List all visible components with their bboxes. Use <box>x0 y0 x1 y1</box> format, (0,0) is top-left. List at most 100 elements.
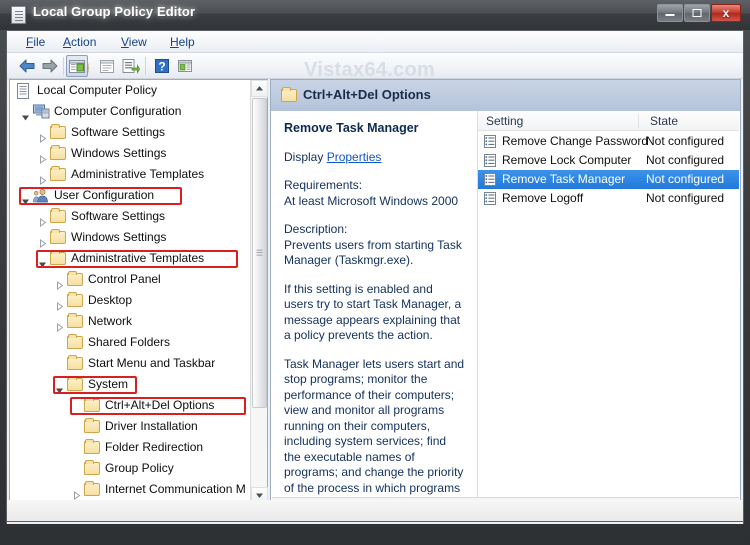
description-paragraph-3: Task Manager lets users start and stop p… <box>284 356 465 498</box>
results-header: Ctrl+Alt+Del Options <box>271 80 740 111</box>
tree-item-label: Start Menu and Taskbar <box>88 356 216 370</box>
folder-icon <box>67 271 83 286</box>
minimize-button[interactable] <box>657 4 683 22</box>
chevron-right-icon[interactable] <box>55 318 64 332</box>
tree-item-label: Local Computer Policy <box>37 83 158 97</box>
tree-scroll-thumb[interactable]: ☰ <box>252 98 267 408</box>
tree-item[interactable]: User Configuration <box>10 185 250 206</box>
tree-item-label: Windows Settings <box>71 146 167 160</box>
tree-item-label: Administrative Templates <box>71 251 205 265</box>
settings-list-row[interactable]: Remove Task Manager Not configured <box>478 170 739 189</box>
menu-help[interactable]: Help <box>163 34 202 50</box>
description-label: Description: <box>284 222 348 236</box>
forward-arrow-icon[interactable] <box>40 56 60 76</box>
requirements-label: Requirements: <box>284 178 363 192</box>
column-header-setting[interactable]: Setting <box>486 114 523 128</box>
folder-icon <box>84 418 100 433</box>
tree-item[interactable]: Folder Redirection <box>10 437 250 458</box>
properties-link[interactable]: Properties <box>327 150 382 164</box>
chevron-down-icon[interactable] <box>21 108 30 121</box>
tree-item-label: Windows Settings <box>71 230 167 244</box>
chevron-down-icon[interactable] <box>38 255 47 268</box>
description-paragraph-2: If this setting is enabled and users try… <box>284 281 462 343</box>
results-pane: Ctrl+Alt+Del Options Remove Task Manager… <box>270 79 741 522</box>
chevron-right-icon[interactable] <box>72 486 81 500</box>
back-arrow-icon[interactable] <box>17 56 37 76</box>
tree-item[interactable]: Driver Installation <box>10 416 250 437</box>
maximize-button[interactable] <box>684 4 710 22</box>
setting-state: Not configured <box>646 153 725 167</box>
folder-icon <box>84 481 100 496</box>
show-hide-console-tree-icon[interactable] <box>66 55 88 77</box>
tree-item[interactable]: Software Settings <box>10 122 250 143</box>
tree-item[interactable]: System <box>10 374 250 395</box>
title-bar: Local Group Policy Editor x <box>0 0 750 30</box>
chevron-right-icon[interactable] <box>38 171 47 185</box>
folder-icon <box>67 313 83 328</box>
menu-action[interactable]: Action <box>56 34 103 50</box>
settings-list-row[interactable]: Remove Lock Computer Not configured <box>478 151 739 170</box>
setting-state: Not configured <box>646 172 725 186</box>
tree-item-label: Ctrl+Alt+Del Options <box>105 398 215 412</box>
tree-item[interactable]: Windows Settings <box>10 143 250 164</box>
display-label: Display <box>284 149 324 164</box>
tree-item[interactable]: Shared Folders <box>10 332 250 353</box>
folder-icon <box>84 439 100 454</box>
chevron-right-icon[interactable] <box>55 297 64 311</box>
tree-item[interactable]: Windows Settings <box>10 227 250 248</box>
settings-list-row[interactable]: Remove Change Password Not configured <box>478 132 739 151</box>
status-bar <box>6 500 744 522</box>
chevron-right-icon[interactable] <box>38 129 47 143</box>
menu-file[interactable]: File <box>19 34 52 50</box>
console-tree-pane: Local Computer Policy Computer Configurat… <box>9 79 268 522</box>
tree-item-label: Computer Configuration <box>54 104 182 118</box>
policy-document-icon <box>16 83 32 99</box>
setting-name: Remove Task Manager <box>502 172 626 186</box>
folder-icon <box>50 229 66 244</box>
scroll-up-button[interactable] <box>251 80 268 97</box>
tree-item[interactable]: Network <box>10 311 250 332</box>
chevron-right-icon[interactable] <box>38 234 47 248</box>
folder-icon <box>84 397 100 412</box>
tree-item[interactable]: Local Computer Policy <box>10 80 250 101</box>
chevron-down-icon[interactable] <box>21 192 30 205</box>
settings-list-pane: Setting State Remove Change Password Not … <box>477 111 739 497</box>
folder-icon <box>50 166 66 181</box>
folder-icon <box>67 292 83 307</box>
requirements-block: Requirements: At least Microsoft Windows… <box>284 178 465 209</box>
column-header-state[interactable]: State <box>650 114 678 128</box>
tree-item[interactable]: Software Settings <box>10 206 250 227</box>
tree-item-label: Software Settings <box>71 125 166 139</box>
folder-icon <box>67 376 83 391</box>
tree-item[interactable]: Group Policy <box>10 458 250 479</box>
folder-icon <box>281 87 297 102</box>
close-icon: x <box>722 6 730 20</box>
tree-vertical-scrollbar[interactable]: ☰ <box>250 80 268 504</box>
tree-item-label: Shared Folders <box>88 335 171 349</box>
requirements-value: At least Microsoft Windows 2000 <box>284 193 459 208</box>
help-icon[interactable]: ? <box>152 56 172 76</box>
policy-tree[interactable]: Local Computer Policy Computer Configurat… <box>10 80 250 504</box>
tree-item[interactable]: Ctrl+Alt+Del Options <box>10 395 250 416</box>
tree-item[interactable]: Control Panel <box>10 269 250 290</box>
settings-list-row[interactable]: Remove Logoff Not configured <box>478 189 739 208</box>
close-button[interactable]: x <box>711 4 741 22</box>
tree-item[interactable]: Administrative Templates <box>10 248 250 269</box>
chevron-down-icon[interactable] <box>55 381 64 394</box>
filter-icon[interactable] <box>175 56 195 76</box>
chevron-right-icon[interactable] <box>55 276 64 290</box>
display-row: Display Properties <box>284 150 465 166</box>
tree-item[interactable]: Start Menu and Taskbar <box>10 353 250 374</box>
menu-view[interactable]: View <box>114 34 154 50</box>
tree-item[interactable]: Desktop <box>10 290 250 311</box>
tree-item[interactable]: Computer Configuration <box>10 101 250 122</box>
tree-item-label: System <box>88 377 129 391</box>
tree-item-label: Control Panel <box>88 272 161 286</box>
chevron-right-icon[interactable] <box>38 150 47 164</box>
export-list-icon[interactable] <box>120 56 140 76</box>
tree-item[interactable]: Administrative Templates <box>10 164 250 185</box>
tree-item[interactable]: Internet Communication M <box>10 479 250 500</box>
chevron-right-icon[interactable] <box>38 213 47 227</box>
properties-icon[interactable] <box>97 56 117 76</box>
policy-setting-icon <box>484 154 496 167</box>
